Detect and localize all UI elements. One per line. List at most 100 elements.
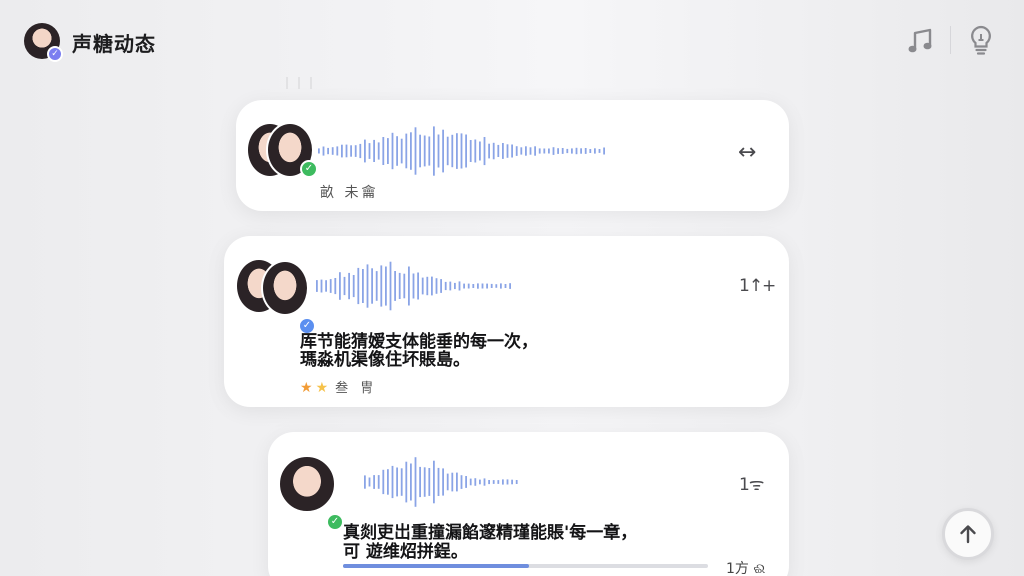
waveform-bar (417, 272, 419, 300)
waveform-bar (396, 467, 398, 497)
waveform-bar (352, 275, 355, 298)
waveform-bar (433, 126, 435, 176)
waveform-bar (481, 283, 484, 289)
waveform-bar (357, 267, 360, 305)
expand-icon[interactable]: ↔ (738, 140, 756, 165)
waveform-bar (339, 272, 341, 300)
audio-waveform[interactable] (316, 260, 516, 312)
waveform-bar (377, 142, 380, 160)
waveform-bar (385, 266, 387, 306)
waveform-bar (426, 276, 429, 296)
waveform-bar (316, 280, 318, 292)
waveform-bar (408, 266, 410, 306)
waveform-bar (400, 468, 403, 496)
verified-badge-icon: ✓ (47, 46, 63, 62)
waveform-bar (492, 142, 495, 160)
star-icon: ★ (300, 380, 313, 396)
verified-badge-icon: ✓ (326, 513, 344, 531)
waveform-bar (410, 132, 412, 170)
waveform-bar (603, 147, 605, 155)
waveform-bar (421, 277, 424, 295)
waveform-bar (437, 467, 440, 496)
waveform-bar (334, 278, 337, 295)
rating-label: 叁 冑 (335, 381, 378, 396)
waveform-bar (488, 480, 490, 485)
waveform-bar (598, 149, 601, 153)
audio-waveform[interactable] (318, 125, 608, 177)
waveform-bar (492, 480, 495, 484)
lightbulb-icon[interactable] (966, 24, 996, 56)
play-count-icon[interactable]: 1↑+ (739, 276, 776, 296)
waveform-bar (511, 144, 513, 158)
waveform-bar (571, 148, 573, 154)
waveform-bar (387, 469, 389, 495)
waveform-bar (534, 146, 536, 156)
avatar[interactable]: ✓ (235, 258, 316, 335)
wifi-icon[interactable]: 1ᯤ (739, 472, 764, 495)
waveform-bar (387, 138, 389, 164)
waveform-bar (509, 283, 511, 289)
waveform-bar (336, 146, 339, 156)
waveform-bar (483, 137, 486, 166)
waveform-bar (380, 265, 383, 307)
audio-progress-bar[interactable] (343, 564, 708, 568)
voice-post-card[interactable]: ✓ 1↑+ 厍节能猜嫒支体能垂的每一次， 瑪淼机渠像住坏賬島。 ★ ★ 叁 冑 (224, 236, 789, 407)
waveform-bar (584, 148, 587, 154)
waveform-bar (515, 480, 518, 484)
waveform-bar (444, 281, 447, 291)
waveform-bar (483, 478, 486, 486)
waveform-bar (548, 148, 550, 154)
waveform-bar (460, 133, 463, 169)
waveform-bar (594, 148, 596, 154)
waveform-bar (320, 279, 323, 293)
waveform-bar (318, 148, 320, 154)
waveform-bar (580, 148, 582, 154)
waveform-bar (373, 139, 375, 162)
audio-waveform[interactable] (364, 456, 524, 508)
waveform-bar (442, 468, 444, 496)
waveform-bar (456, 133, 458, 169)
music-note-icon[interactable] (904, 25, 936, 57)
waveform-bar (400, 138, 403, 164)
waveform-bar (394, 271, 396, 301)
waveform-bar (458, 281, 461, 291)
waveform-bar (479, 479, 481, 485)
waveform-bar (435, 278, 438, 294)
waveform-bar (440, 279, 442, 293)
scroll-to-top-button[interactable] (942, 508, 994, 560)
waveform-bar (423, 135, 426, 167)
waveform-bar (442, 129, 444, 173)
waveform-bar (454, 282, 456, 290)
voice-post-card[interactable]: ✓ 1ᯤ 真剡吏岀重撞漏餡邃精瑾能賬'每一章， 可 遊维炤拼鋥。 1方 ଈ (268, 432, 789, 576)
waveform-bar (511, 479, 513, 485)
avatar[interactable]: ✓ (246, 122, 318, 178)
waveform-bar (396, 136, 398, 166)
waveform-bar (382, 137, 385, 165)
waveform-bar (428, 136, 431, 166)
waveform-bar (389, 261, 392, 311)
waveform-bar (463, 283, 465, 289)
avatar[interactable]: ✓ (278, 455, 344, 531)
waveform-bar (364, 475, 366, 489)
waveform-bar (469, 478, 472, 486)
waveform-bar (488, 143, 490, 159)
waveform-bar (460, 475, 463, 489)
audio-progress-fill (343, 564, 530, 568)
voice-post-card[interactable]: ✓ ↔ 畝 未龠 (236, 100, 789, 211)
waveform-bar (566, 148, 569, 154)
waveform-bar (465, 134, 467, 168)
arrow-up-icon (960, 525, 976, 544)
waveform-bar (467, 283, 470, 289)
waveform-bar (405, 133, 408, 169)
waveform-bar (322, 146, 325, 156)
waveform-bar (327, 147, 329, 155)
page-title: 声糖动态 (72, 32, 156, 56)
waveform-bar (490, 283, 493, 288)
waveform-bar (364, 139, 366, 163)
waveform-bar (451, 472, 454, 492)
waveform-bar (446, 473, 449, 491)
waveform-bar (433, 460, 435, 504)
waveform-bar (412, 273, 415, 299)
user-avatar-icon[interactable]: ✓ (24, 23, 63, 62)
waveform-bar (515, 146, 518, 156)
